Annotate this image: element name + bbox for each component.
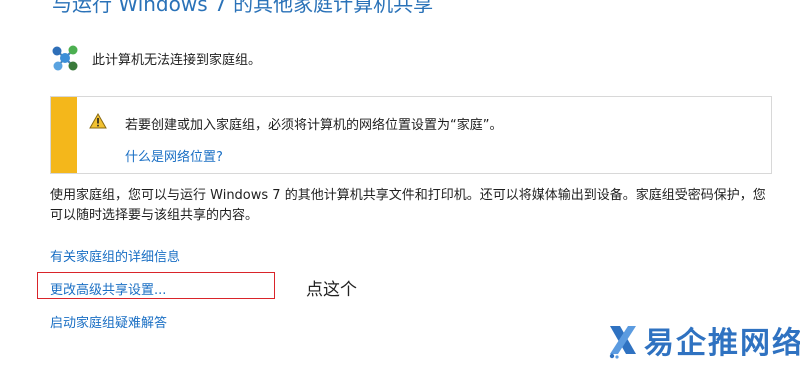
homegroup-status-text: 此计算机无法连接到家庭组。 xyxy=(92,52,262,68)
annotation-text: 点这个 xyxy=(306,280,357,300)
warning-panel: 若要创建或加入家庭组，必须将计算机的网络位置设置为“家庭”。 什么是网络位置? xyxy=(50,96,772,174)
homegroup-icon xyxy=(52,45,78,71)
homegroup-troubleshoot-link[interactable]: 启动家庭组疑难解答 xyxy=(50,312,167,331)
watermark-text: 易企推网络 xyxy=(644,326,800,361)
warning-message: 若要创建或加入家庭组，必须将计算机的网络位置设置为“家庭”。 xyxy=(125,118,503,133)
warning-icon xyxy=(89,113,107,129)
watermark: 易企推网络 xyxy=(606,318,800,362)
warning-accent-bar xyxy=(51,97,77,173)
page-title: 与运行 Windows 7 的其他家庭计算机共享 xyxy=(52,0,434,16)
annotation-highlight-box xyxy=(37,272,275,299)
homegroup-description: 使用家庭组，您可以与运行 Windows 7 的其他计算机共享文件和打印机。还可… xyxy=(50,188,766,223)
x-logo-icon xyxy=(609,326,636,359)
homegroup-details-link[interactable]: 有关家庭组的详细信息 xyxy=(50,246,180,265)
network-location-link[interactable]: 什么是网络位置? xyxy=(125,146,223,165)
homegroup-status: 此计算机无法连接到家庭组。 xyxy=(50,44,261,72)
